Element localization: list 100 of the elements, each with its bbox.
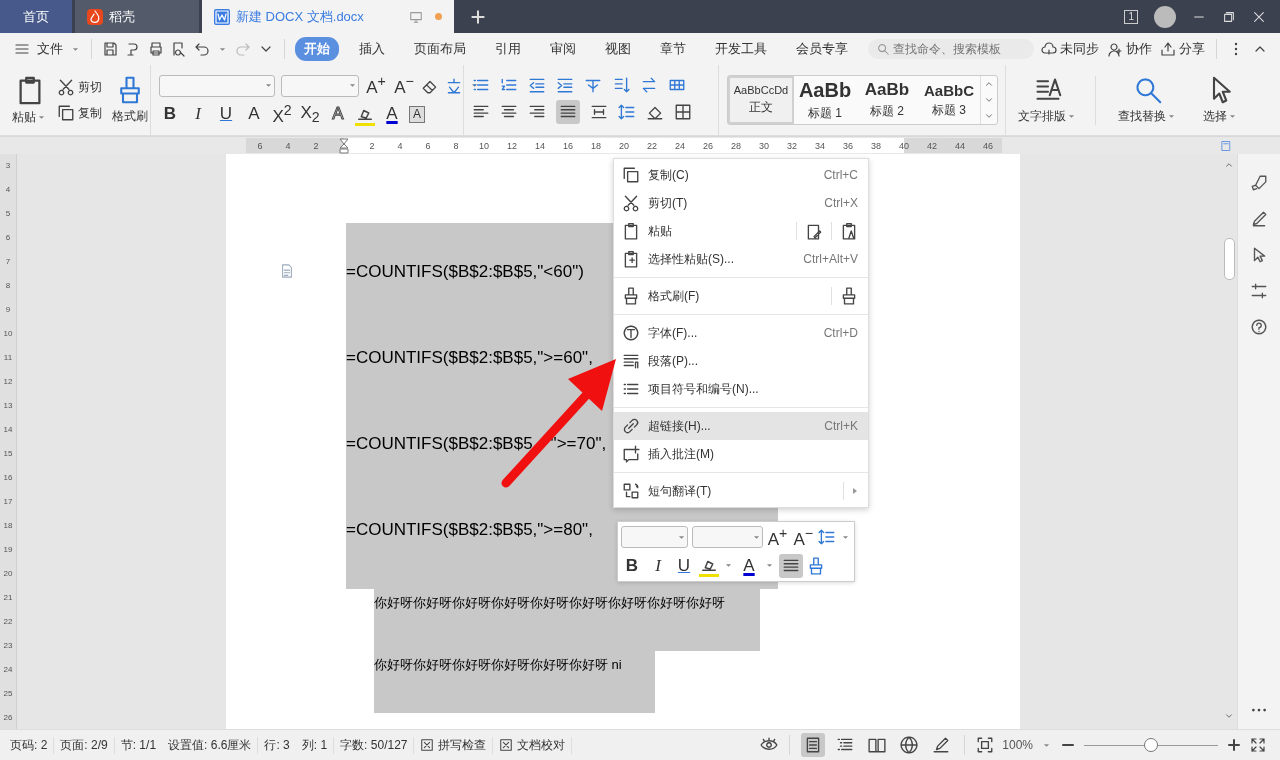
status-text[interactable]: 页码: 2 (4, 736, 55, 754)
tool-button[interactable]: 文字排版 (1018, 107, 1066, 125)
ruler-number: 9 (4, 304, 12, 316)
search-field[interactable]: 查找命令、搜索模板 (868, 39, 1034, 59)
menu-item[interactable]: 字体(F)... Ctrl+D (614, 319, 868, 347)
ruler-number: 30 (758, 140, 770, 151)
ruler-number: 2 (312, 140, 320, 151)
window-count[interactable]: 1 (1124, 9, 1138, 24)
ruler-number: 36 (842, 140, 854, 151)
format-button[interactable]: I (647, 555, 669, 576)
ruler-number: 4 (4, 184, 12, 196)
ruler-number: 4 (284, 140, 292, 151)
menu-item[interactable]: 剪切(T) Ctrl+X (614, 189, 868, 217)
format-button[interactable]: U (215, 104, 237, 125)
document-tab[interactable]: 稻壳 (75, 0, 199, 33)
tool-button[interactable]: 查找替换 (1118, 107, 1166, 125)
ruler-number: 22 (2, 616, 14, 628)
toolbar-action[interactable]: 分享 (1179, 40, 1205, 58)
menu-item[interactable]: 项目符号和编号(N)... (614, 375, 868, 403)
ruler-number: 6 (256, 140, 264, 151)
document-tab[interactable]: 新建 DOCX 文档.docx (202, 0, 454, 33)
toolbar-action[interactable]: 未同步 (1060, 40, 1099, 58)
ruler-number: 16 (562, 140, 574, 151)
file-menu[interactable]: 文件 (37, 40, 63, 58)
ruler-number: 12 (506, 140, 518, 151)
ruler-number: 38 (870, 140, 882, 151)
format-button[interactable]: A (409, 105, 425, 123)
format-button[interactable]: B (159, 104, 181, 125)
ruler-number: 8 (452, 140, 460, 151)
ribbon-tab[interactable]: 插入 (350, 37, 394, 61)
ruler-number: 14 (2, 424, 14, 436)
format-button[interactable]: U (673, 555, 695, 576)
format-button[interactable]: I (187, 104, 209, 125)
format-button[interactable]: X$_{2}$ (299, 103, 321, 126)
menu-item[interactable]: 短句翻译(T) (614, 477, 868, 505)
status-text[interactable]: 列: 1 (295, 736, 335, 754)
status-button[interactable]: 文档校对 (517, 736, 566, 754)
status-text[interactable]: 页面: 2/9 (54, 736, 115, 754)
style-preset[interactable]: AaBbCcDd 正文 (728, 76, 794, 124)
paste-button[interactable]: 粘贴 (12, 108, 36, 126)
formula-text: =COUNTIFS($B$2:$B$5 (346, 433, 533, 455)
copy-button[interactable]: 复制 (78, 104, 102, 122)
menu-item-label: 段落(P)... (648, 352, 699, 370)
ruler-number: 25 (2, 688, 14, 700)
menu-item[interactable]: 格式刷(F) (614, 282, 868, 310)
status-text[interactable]: 行: 3 (258, 736, 296, 754)
tab-label: 新建 DOCX 文档.docx (236, 7, 364, 26)
horizontal-ruler[interactable]: 6 4 2 2 4 6 8 10 12 14 16 18 20 22 24 26 28 30 32 34 36 38 40 42 44 46 (246, 138, 1002, 153)
vertical-ruler[interactable]: 3 4 5 6 7 8 9 10 11 12 13 14 15 16 17 18 19 20 21 22 23 24 25 26 (0, 154, 17, 729)
cut-button[interactable]: 剪切 (78, 78, 102, 96)
zoom-level[interactable]: 100% (1002, 738, 1033, 752)
menu-item[interactable]: 段落(P)... (614, 347, 868, 375)
font-size-button[interactable]: A$^{−}$ (792, 525, 814, 550)
ruler-number: 4 (396, 140, 404, 151)
ruler-number: 32 (786, 140, 798, 151)
ribbon-tab[interactable]: 视图 (596, 37, 640, 61)
ruler-number: 24 (674, 140, 686, 151)
status-text[interactable]: 节: 1/1 (114, 736, 163, 754)
status-text[interactable]: 设置值: 6.6厘米 (162, 736, 259, 754)
menu-item[interactable]: 超链接(H)... Ctrl+K (614, 412, 868, 440)
ruler-number: 24 (2, 664, 14, 676)
menu-item[interactable]: 粘贴 (614, 217, 868, 245)
status-text[interactable]: 字数: 50/127 (334, 736, 415, 754)
ruler-number: 2 (368, 140, 376, 151)
ribbon-tab[interactable]: 开发工具 (706, 37, 776, 61)
style-preset[interactable]: AaBbC 标题 3 (918, 76, 980, 124)
format-button[interactable]: B (621, 555, 643, 576)
ruler-number: 6 (4, 232, 12, 244)
ruler-number: 5 (4, 208, 12, 220)
menu-item-label: 粘贴 (648, 222, 673, 240)
format-button[interactable]: A (738, 555, 760, 576)
format-button[interactable]: A (327, 104, 349, 125)
ruler-number: 11 (2, 352, 14, 364)
format-button[interactable]: A (381, 104, 403, 125)
font-size-button[interactable]: A$^{+}$ (365, 73, 387, 98)
format-painter-button[interactable]: 格式刷 (112, 107, 148, 125)
toolbar-action[interactable]: 协作 (1126, 40, 1152, 58)
menu-item[interactable]: 插入批注(M) (614, 440, 868, 468)
tab-label: 稻壳 (109, 7, 135, 26)
ribbon-tab[interactable]: 页面布局 (405, 37, 475, 61)
menu-item[interactable]: 复制(C) Ctrl+C (614, 161, 868, 189)
format-button[interactable]: X$^{2}$ (271, 102, 293, 127)
ruler-number: 22 (646, 140, 658, 151)
menu-item-label: 选择性粘贴(S)... (648, 250, 735, 268)
style-preset[interactable]: AaBb 标题 1 (794, 76, 856, 124)
ribbon-tab[interactable]: 会员专享 (787, 37, 857, 61)
menu-item-label: 插入批注(M) (648, 445, 715, 463)
status-button[interactable]: 拼写检查 (438, 736, 487, 754)
format-button[interactable]: A (243, 104, 265, 125)
font-size-button[interactable]: A$^{+}$ (766, 525, 789, 550)
font-size-button[interactable]: A$^{−}$ (393, 73, 415, 98)
ribbon-tab[interactable]: 章节 (651, 37, 695, 61)
ribbon-tab[interactable]: 引用 (486, 37, 530, 61)
shortcut-text: Ctrl+X (824, 196, 858, 210)
document-tab[interactable]: 首页 (0, 0, 72, 33)
tool-button[interactable]: 选择 (1203, 107, 1227, 125)
ribbon-tab[interactable]: 审阅 (541, 37, 585, 61)
style-preset[interactable]: AaBb 标题 2 (856, 76, 918, 124)
ruler-number: 18 (590, 140, 602, 151)
menu-item[interactable]: 选择性粘贴(S)... Ctrl+Alt+V (614, 245, 868, 273)
